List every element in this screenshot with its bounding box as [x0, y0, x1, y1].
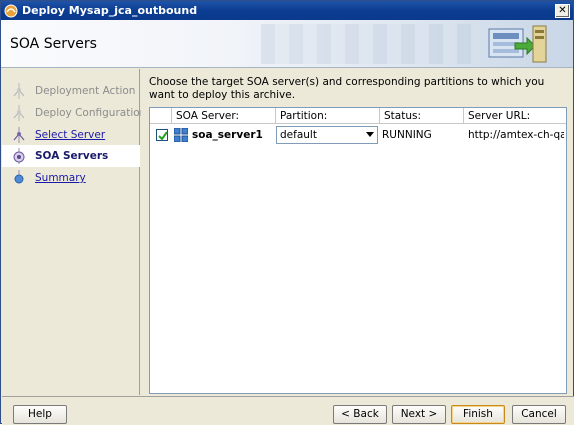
- button-bar: Help < Back Next > Finish Cancel: [2, 396, 574, 425]
- server-url: http://amtex-ch-qa1...: [468, 129, 564, 141]
- close-icon: ✕: [558, 4, 567, 16]
- app-icon: [4, 4, 18, 17]
- column-header-soa-server[interactable]: SOA Server:: [172, 108, 276, 124]
- dropdown-arrow-icon[interactable]: [366, 132, 374, 137]
- step-figure-icon: [13, 127, 25, 143]
- title-bar[interactable]: Deploy Mysap_jca_outbound ✕: [1, 1, 573, 20]
- instructions-text: Choose the target SOA server(s) and corr…: [149, 76, 545, 101]
- deploy-dialog: Deploy Mysap_jca_outbound ✕ SOA Servers …: [0, 0, 574, 425]
- column-header-status[interactable]: Status:: [380, 108, 464, 124]
- column-header-partition[interactable]: Partition:: [276, 108, 380, 124]
- step-figure-icon: [13, 83, 25, 99]
- nav-label-soa-servers[interactable]: SOA Servers: [35, 150, 108, 162]
- step-figure-icon: [13, 105, 25, 121]
- help-button-label: Help: [28, 408, 52, 420]
- column-header-select[interactable]: [150, 108, 172, 124]
- server-deploy-icon: [488, 25, 547, 63]
- close-button[interactable]: ✕: [555, 3, 570, 18]
- server-name: soa_server1: [192, 129, 263, 141]
- server-select-checkbox[interactable]: [156, 129, 168, 141]
- table-header: SOA Server: Partition: Status: Server UR…: [150, 108, 566, 124]
- nav-item-soa-servers[interactable]: SOA Servers: [2, 145, 140, 167]
- nav-label-select-server[interactable]: Select Server: [35, 129, 105, 141]
- server-cluster-icon: [174, 128, 188, 142]
- wizard-navigation: Deployment Action Deploy Configuration S…: [2, 69, 146, 395]
- nav-item-select-server[interactable]: Select Server: [2, 124, 140, 146]
- finish-button-label: Finish: [463, 408, 493, 420]
- header-decoration: [261, 24, 481, 64]
- nav-item-summary[interactable]: Summary: [2, 167, 140, 189]
- column-header-server-url[interactable]: Server URL:: [464, 108, 566, 124]
- partition-value: default: [280, 129, 317, 141]
- cancel-button[interactable]: Cancel: [512, 405, 566, 424]
- servers-table: SOA Server: Partition: Status: Server UR…: [149, 107, 567, 394]
- final-step-icon: [14, 170, 24, 184]
- next-button-label: Next >: [400, 408, 438, 420]
- table-row[interactable]: soa_server1 default RUNNING http://amtex…: [150, 125, 566, 145]
- back-button-label: < Back: [341, 408, 379, 420]
- window-title: Deploy Mysap_jca_outbound: [22, 4, 198, 17]
- back-button[interactable]: < Back: [333, 405, 387, 424]
- partition-dropdown[interactable]: default: [276, 126, 378, 144]
- nav-label-summary[interactable]: Summary: [35, 172, 86, 184]
- nav-label-deploy-configuration: Deploy Configuration: [35, 107, 147, 119]
- page-title: SOA Servers: [10, 36, 97, 52]
- current-step-icon: [13, 148, 25, 164]
- server-status: RUNNING: [382, 129, 432, 141]
- nav-item-deployment-action: Deployment Action: [2, 80, 140, 102]
- next-button[interactable]: Next >: [392, 405, 446, 424]
- page-header: SOA Servers: [1, 20, 573, 68]
- help-button[interactable]: Help: [13, 405, 67, 424]
- finish-button[interactable]: Finish: [451, 405, 505, 424]
- cancel-button-label: Cancel: [521, 408, 557, 420]
- content-panel: Choose the target SOA server(s) and corr…: [141, 69, 573, 395]
- nav-item-deploy-configuration: Deploy Configuration: [2, 102, 146, 124]
- nav-label-deployment-action: Deployment Action: [35, 85, 136, 97]
- checkmark-icon: [158, 131, 168, 141]
